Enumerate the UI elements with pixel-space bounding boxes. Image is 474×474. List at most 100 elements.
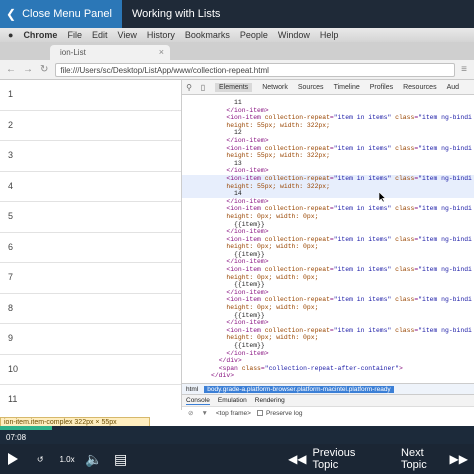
reload-icon[interactable]: ↻ <box>40 64 48 75</box>
dom-node[interactable]: <ion-item collection-repeat="item in ite… <box>182 205 474 213</box>
dom-node-selected[interactable]: 14 <box>182 190 474 198</box>
dom-node[interactable]: {{item}} <box>182 221 474 229</box>
preserve-log-label: Preserve log <box>265 409 303 417</box>
dom-node[interactable]: </ion-item> <box>182 167 474 175</box>
dom-node[interactable]: </ion-item> <box>182 319 474 327</box>
tab-rendering[interactable]: Rendering <box>255 397 285 404</box>
dom-node[interactable]: </div> <box>182 357 474 365</box>
list-item[interactable]: 11 <box>0 385 181 410</box>
forward-icon[interactable]: → <box>23 64 33 75</box>
dom-node-selected[interactable]: <ion-item collection-repeat="item in ite… <box>182 174 474 183</box>
volume-button[interactable]: 🔈 <box>80 444 107 474</box>
browser-tab-strip: ion-List × <box>0 42 474 60</box>
dom-node[interactable]: height: 55px; width: 322px; <box>182 122 474 130</box>
list-item[interactable]: 6 <box>0 233 181 263</box>
url-input[interactable]: file:///Users/sc/Desktop/ListApp/www/col… <box>55 62 456 77</box>
play-icon <box>8 453 19 465</box>
tab-network[interactable]: Network <box>262 84 288 91</box>
dom-node[interactable]: {{item}} <box>182 251 474 259</box>
dom-node[interactable]: </div> <box>182 372 474 380</box>
dom-node[interactable]: <span class="collection-repeat-after-con… <box>182 365 474 373</box>
list-item[interactable]: 5 <box>0 202 181 233</box>
dom-node[interactable]: height: 0px; width: 0px; <box>182 243 474 251</box>
tab-emulation[interactable]: Emulation <box>218 397 247 404</box>
rewind-button[interactable]: ↺ <box>27 444 54 474</box>
back-icon[interactable]: ← <box>6 64 16 75</box>
list-item[interactable]: 9 <box>0 324 181 355</box>
dom-node[interactable]: <ion-item collection-repeat="item in ite… <box>182 296 474 304</box>
dom-node[interactable]: <ion-item collection-repeat="item in ite… <box>182 327 474 335</box>
list-item[interactable]: 2 <box>0 111 181 141</box>
dom-node[interactable]: height: 0px; width: 0px; <box>182 304 474 312</box>
dom-node[interactable]: <ion-item collection-repeat="item in ite… <box>182 114 474 122</box>
browser-tab[interactable]: ion-List × <box>50 45 170 60</box>
dom-node[interactable]: {{item}} <box>182 281 474 289</box>
list-item[interactable]: 4 <box>0 172 181 202</box>
dom-node[interactable]: </ion-item> <box>182 289 474 297</box>
dom-node[interactable]: 13 <box>182 160 474 168</box>
preserve-log-checkbox[interactable] <box>256 410 263 416</box>
dom-node[interactable]: height: 55px; width: 322px; <box>182 152 474 160</box>
dom-node[interactable]: 11 <box>182 99 474 107</box>
play-button[interactable] <box>0 444 27 474</box>
list-item[interactable]: 1 <box>0 80 181 111</box>
dom-node[interactable]: </ion-item> <box>182 198 474 206</box>
close-menu-panel-button[interactable]: ❮ Close Menu Panel <box>0 0 122 28</box>
dom-node[interactable]: <ion-item collection-repeat="item in ite… <box>182 236 474 244</box>
previous-topic-button[interactable]: ◀◀ Previous Topic <box>282 447 373 471</box>
dom-node[interactable]: <ion-item collection-repeat="item in ite… <box>182 266 474 274</box>
tab-profiles[interactable]: Profiles <box>370 84 393 91</box>
tab-timeline[interactable]: Timeline <box>334 84 360 91</box>
tab-elements[interactable]: Elements <box>215 82 253 92</box>
dom-node[interactable]: </ion-item> <box>182 137 474 145</box>
next-icon: ▶▶ <box>449 452 468 466</box>
breadcrumb-body[interactable]: body.grade-a.platform-browser.platform-m… <box>204 385 394 393</box>
menu-window[interactable]: Window <box>278 30 310 40</box>
menu-history[interactable]: History <box>147 30 175 40</box>
dom-node[interactable]: </ion-item> <box>182 258 474 266</box>
dom-node[interactable]: height: 0px; width: 0px; <box>182 213 474 221</box>
frame-select[interactable]: <top frame> <box>216 410 251 417</box>
menu-icon[interactable]: ≡ <box>461 64 467 75</box>
apple-icon[interactable]: ● <box>8 30 13 40</box>
tab-sources[interactable]: Sources <box>298 84 324 91</box>
dom-node[interactable]: {{item}} <box>182 312 474 320</box>
filter-icon[interactable]: ▼ <box>201 410 207 417</box>
menu-bookmarks[interactable]: Bookmarks <box>185 30 230 40</box>
menu-app-name[interactable]: Chrome <box>23 30 57 40</box>
tab-console[interactable]: Console <box>186 397 210 405</box>
list-item[interactable]: 10 <box>0 355 181 385</box>
dom-node-selected[interactable]: height: 55px; width: 322px; <box>182 182 474 191</box>
dom-node[interactable]: height: 0px; width: 0px; <box>182 334 474 342</box>
elapsed-time: 07:08 <box>6 433 27 442</box>
dom-node[interactable]: </ion-item> <box>182 228 474 236</box>
tab-resources[interactable]: Resources <box>403 84 436 91</box>
dom-node[interactable]: height: 0px; width: 0px; <box>182 274 474 282</box>
dom-node[interactable]: </ion-item> <box>182 350 474 358</box>
inspect-icon[interactable]: ⚲ <box>182 83 196 92</box>
breadcrumb-html[interactable]: html <box>186 386 198 393</box>
menu-help[interactable]: Help <box>320 30 339 40</box>
dom-node[interactable]: </ion-item> <box>182 107 474 115</box>
tab-audits[interactable]: Aud <box>447 84 459 91</box>
device-icon[interactable]: ▯ <box>196 83 210 92</box>
dom-node[interactable]: 12 <box>182 129 474 137</box>
list-item[interactable]: 8 <box>0 294 181 324</box>
video-progress-bar[interactable]: 07:08 <box>0 426 474 444</box>
dom-node[interactable]: <ion-item collection-repeat="item in ite… <box>182 145 474 153</box>
lesson-title: Working with Lists <box>131 8 221 20</box>
list-item[interactable]: 3 <box>0 141 181 172</box>
list-item[interactable]: 7 <box>0 263 181 294</box>
menu-people[interactable]: People <box>240 30 268 40</box>
devtools-panel: ⚲ ▯ Elements Network Sources Timeline Pr… <box>182 80 474 426</box>
menu-edit[interactable]: Edit <box>92 30 108 40</box>
dom-node[interactable]: {{item}} <box>182 342 474 350</box>
captions-button[interactable]: ▤ <box>107 444 134 474</box>
menu-view[interactable]: View <box>117 30 136 40</box>
speed-button[interactable]: 1.0x <box>54 444 81 474</box>
menu-file[interactable]: File <box>67 30 82 40</box>
clear-console-icon[interactable]: ⊘ <box>188 409 193 417</box>
close-tab-icon[interactable]: × <box>159 47 164 57</box>
next-topic-button[interactable]: Next Topic ▶▶ <box>401 447 474 471</box>
elements-dom-tree[interactable]: 11 </ion-item> <ion-item collection-repe… <box>182 95 474 385</box>
